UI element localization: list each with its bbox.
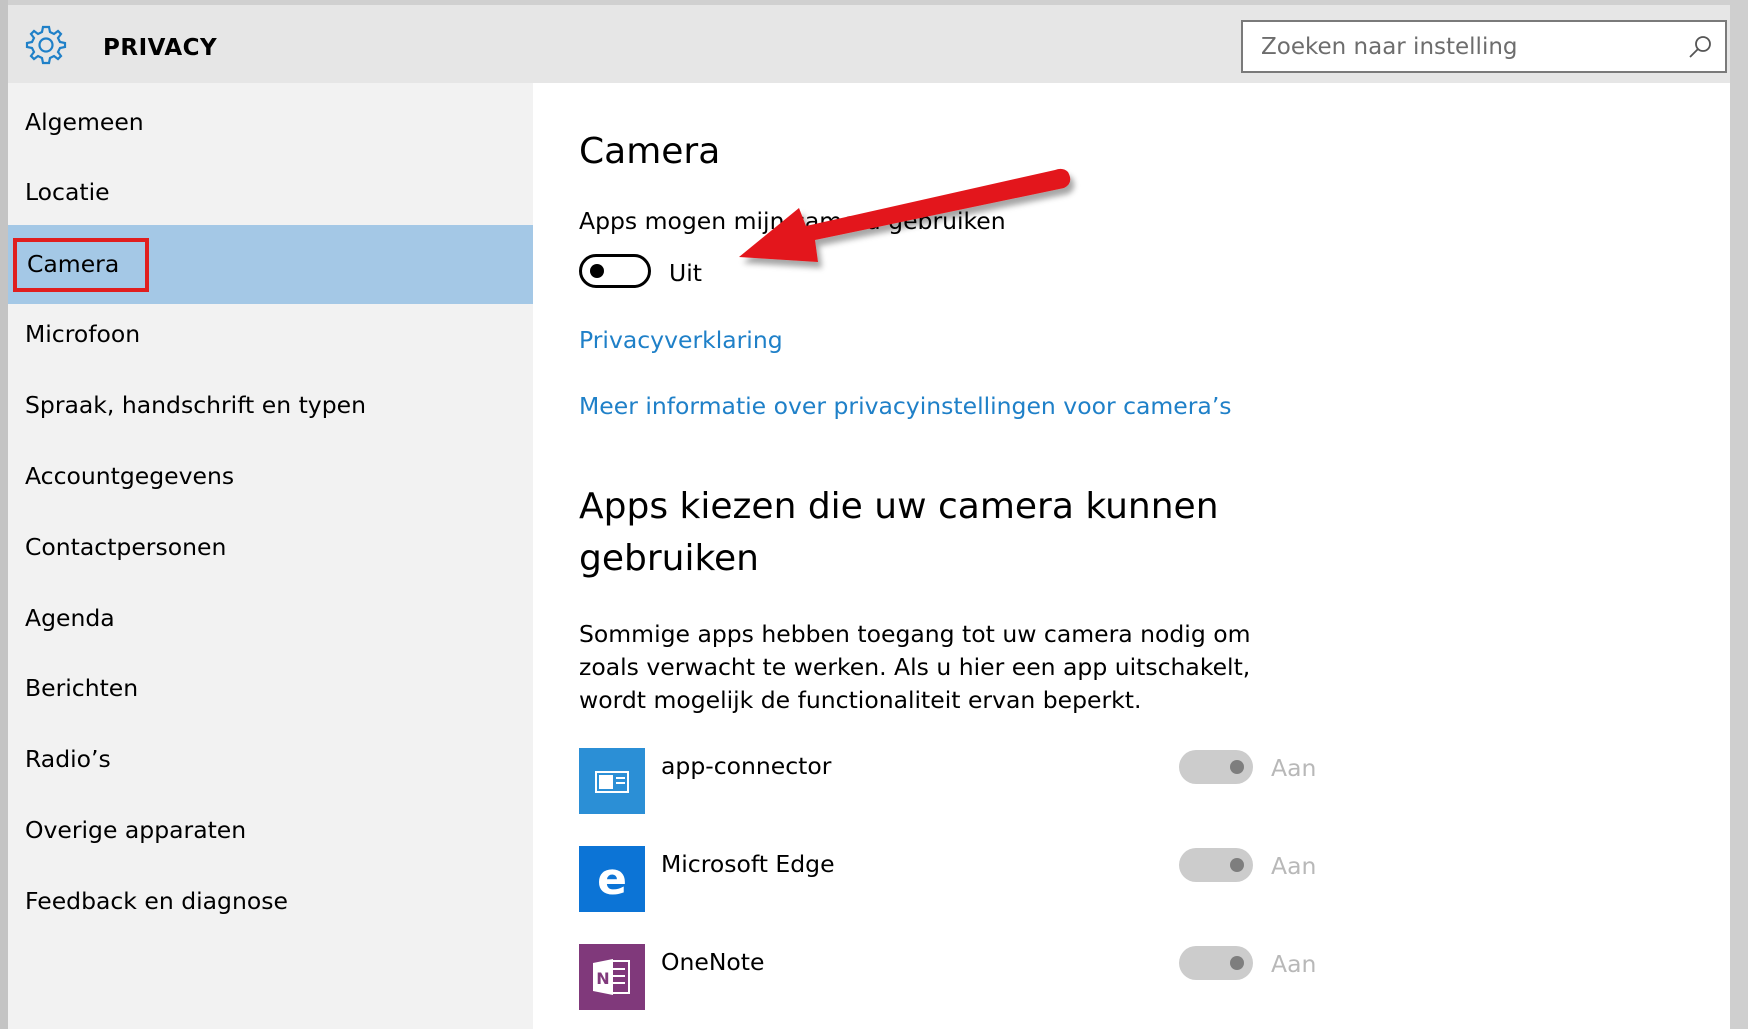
app-connector-toggle[interactable] xyxy=(1179,750,1253,784)
sidebar-item-overige-apparaten[interactable]: Overige apparaten xyxy=(8,791,533,870)
app-name: Microsoft Edge xyxy=(661,850,835,878)
app-connector-icon xyxy=(579,748,645,814)
sidebar: Algemeen Locatie Camera Microfoon Spraak… xyxy=(8,83,533,1029)
window-frame: PRIVACY Zoeken naar instelling Algemeen … xyxy=(0,0,1748,1029)
app-row-microsoft-edge: e Microsoft Edge Aan xyxy=(579,846,1339,912)
page-title: PRIVACY xyxy=(103,35,218,61)
sidebar-item-contactpersonen[interactable]: Contactpersonen xyxy=(8,508,533,587)
toggle-knob xyxy=(1230,858,1244,872)
camera-access-state: Uit xyxy=(669,259,702,287)
app-name: app-connector xyxy=(661,752,832,780)
sidebar-item-feedback[interactable]: Feedback en diagnose xyxy=(8,862,533,941)
choose-apps-heading: Apps kiezen die uw camera kunnen gebruik… xyxy=(579,486,1219,579)
sidebar-item-label: Overige apparaten xyxy=(25,816,247,844)
toggle-knob xyxy=(1230,956,1244,970)
settings-window: PRIVACY Zoeken naar instelling Algemeen … xyxy=(8,5,1730,1029)
sidebar-item-camera[interactable]: Camera xyxy=(8,225,533,304)
app-row-app-connector: app-connector Aan xyxy=(579,748,1339,814)
search-icon[interactable] xyxy=(1687,34,1713,60)
camera-access-label: Apps mogen mijn camera gebruiken xyxy=(579,207,1006,235)
main-content: Camera Apps mogen mijn camera gebruiken … xyxy=(533,83,1730,1029)
app-name: OneNote xyxy=(661,948,765,976)
onenote-icon: N xyxy=(579,944,645,1010)
more-info-link[interactable]: Meer informatie over privacyinstellingen… xyxy=(579,392,1232,420)
sidebar-item-label: Agenda xyxy=(25,604,115,632)
app-state: Aan xyxy=(1271,950,1317,978)
sidebar-item-radios[interactable]: Radio’s xyxy=(8,720,533,799)
sidebar-item-algemeen[interactable]: Algemeen xyxy=(8,83,533,162)
section-title: Camera xyxy=(579,131,721,172)
sidebar-item-label: Algemeen xyxy=(25,108,144,136)
sidebar-item-label: Camera xyxy=(13,238,150,292)
edge-toggle[interactable] xyxy=(1179,848,1253,882)
header-bar: PRIVACY Zoeken naar instelling xyxy=(8,5,1730,83)
sidebar-item-berichten[interactable]: Berichten xyxy=(8,649,533,728)
sidebar-item-accountgegevens[interactable]: Accountgegevens xyxy=(8,437,533,516)
sidebar-item-locatie[interactable]: Locatie xyxy=(8,153,533,232)
sidebar-item-spraak[interactable]: Spraak, handschrift en typen xyxy=(8,366,533,445)
choose-apps-description: Sommige apps hebben toegang tot uw camer… xyxy=(579,620,1251,714)
onenote-toggle[interactable] xyxy=(1179,946,1253,980)
privacy-statement-link[interactable]: Privacyverklaring xyxy=(579,326,783,354)
frame-right-border xyxy=(1730,0,1748,1029)
sidebar-item-label: Radio’s xyxy=(25,745,111,773)
sidebar-item-label: Contactpersonen xyxy=(25,533,227,561)
sidebar-item-label: Microfoon xyxy=(25,320,141,348)
sidebar-item-label: Locatie xyxy=(25,178,110,206)
sidebar-item-label: Feedback en diagnose xyxy=(25,887,288,915)
app-row-onenote: N OneNote Aan xyxy=(579,944,1339,1010)
svg-text:N: N xyxy=(596,969,609,988)
app-state: Aan xyxy=(1271,852,1317,880)
gear-icon xyxy=(25,25,67,65)
sidebar-item-label: Accountgegevens xyxy=(25,462,235,490)
search-input[interactable]: Zoeken naar instelling xyxy=(1241,20,1727,73)
toggle-knob xyxy=(1230,760,1244,774)
sidebar-item-microfoon[interactable]: Microfoon xyxy=(8,295,533,374)
sidebar-item-label: Berichten xyxy=(25,674,139,702)
app-state: Aan xyxy=(1271,754,1317,782)
edge-icon: e xyxy=(579,846,645,912)
toggle-knob xyxy=(590,264,604,278)
sidebar-item-agenda[interactable]: Agenda xyxy=(8,579,533,658)
sidebar-item-label: Spraak, handschrift en typen xyxy=(25,391,366,419)
frame-left-border xyxy=(0,0,8,1029)
camera-access-toggle[interactable] xyxy=(579,254,651,288)
search-placeholder: Zoeken naar instelling xyxy=(1261,34,1518,60)
svg-text:e: e xyxy=(597,854,627,905)
